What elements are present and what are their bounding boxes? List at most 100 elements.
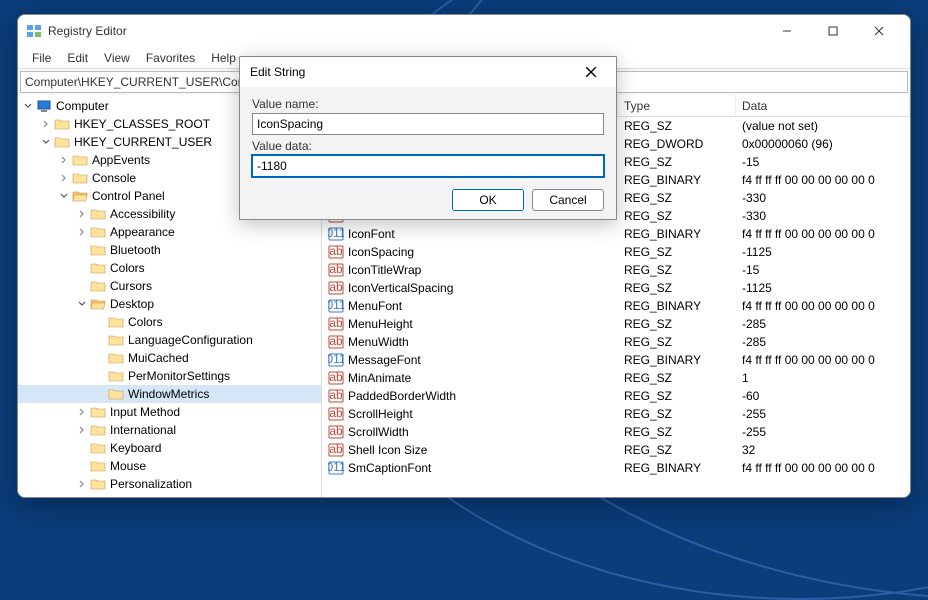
- header-data[interactable]: Data: [736, 95, 910, 116]
- menu-edit[interactable]: Edit: [59, 49, 96, 67]
- svg-text:ab: ab: [329, 316, 343, 330]
- list-row[interactable]: abIconVerticalSpacingREG_SZ-1125: [322, 279, 910, 297]
- tree-node-colors[interactable]: Colors: [18, 259, 321, 277]
- value-data: -255: [736, 425, 910, 439]
- minimize-button[interactable]: [764, 15, 810, 47]
- close-button[interactable]: [856, 15, 902, 47]
- value-data: -1125: [736, 281, 910, 295]
- tree-label: PowerCfg: [110, 495, 163, 497]
- menu-view[interactable]: View: [96, 49, 138, 67]
- string-value-icon: ab: [328, 280, 344, 296]
- chevron-right-icon[interactable]: [76, 208, 88, 220]
- tree-node-keyboard[interactable]: Keyboard: [18, 439, 321, 457]
- svg-text:ab: ab: [329, 406, 343, 420]
- tree-node-input-method[interactable]: Input Method: [18, 403, 321, 421]
- list-row[interactable]: 011IconFontREG_BINARYf4 ff ff ff 00 00 0…: [322, 225, 910, 243]
- tree-node-windowmetrics[interactable]: WindowMetrics: [18, 385, 321, 403]
- tree-label: Personalization: [110, 477, 192, 491]
- list-row[interactable]: abPaddedBorderWidthREG_SZ-60: [322, 387, 910, 405]
- value-name-cell: abMenuWidth: [322, 334, 618, 350]
- tree-node-appearance[interactable]: Appearance: [18, 223, 321, 241]
- svg-text:011: 011: [328, 298, 344, 312]
- list-row[interactable]: 011MessageFontREG_BINARYf4 ff ff ff 00 0…: [322, 351, 910, 369]
- tree-node-muicached[interactable]: MuiCached: [18, 349, 321, 367]
- ok-button[interactable]: OK: [452, 189, 524, 211]
- string-value-icon: ab: [328, 370, 344, 386]
- chevron-down-icon[interactable]: [40, 136, 52, 148]
- folder-icon: [54, 117, 70, 131]
- tree-node-international[interactable]: International: [18, 421, 321, 439]
- list-row[interactable]: 011MenuFontREG_BINARYf4 ff ff ff 00 00 0…: [322, 297, 910, 315]
- value-name: IconVerticalSpacing: [348, 281, 453, 295]
- tree-label: Colors: [110, 261, 145, 275]
- value-data-input[interactable]: [252, 155, 604, 177]
- list-row[interactable]: abShell Icon SizeREG_SZ32: [322, 441, 910, 459]
- chevron-right-icon[interactable]: [76, 226, 88, 238]
- computer-icon: [36, 99, 52, 113]
- list-row[interactable]: abIconSpacingREG_SZ-1125: [322, 243, 910, 261]
- chevron-right-icon[interactable]: [58, 154, 70, 166]
- menu-help[interactable]: Help: [203, 49, 244, 67]
- svg-text:ab: ab: [329, 442, 343, 456]
- tree-node-permonitorsettings[interactable]: PerMonitorSettings: [18, 367, 321, 385]
- list-row[interactable]: abMinAnimateREG_SZ1: [322, 369, 910, 387]
- tree-label: Desktop: [110, 297, 154, 311]
- list-row[interactable]: abMenuWidthREG_SZ-285: [322, 333, 910, 351]
- dialog-close-button[interactable]: [576, 57, 606, 87]
- list-row[interactable]: 011SmCaptionFontREG_BINARYf4 ff ff ff 00…: [322, 459, 910, 477]
- value-type: REG_SZ: [618, 425, 736, 439]
- chevron-down-icon[interactable]: [22, 100, 34, 112]
- tree-node-languageconfiguration[interactable]: LanguageConfiguration: [18, 331, 321, 349]
- tree-label: Console: [92, 171, 136, 185]
- tree-label: International: [110, 423, 176, 437]
- tree-node-bluetooth[interactable]: Bluetooth: [18, 241, 321, 259]
- cancel-button[interactable]: Cancel: [532, 189, 604, 211]
- tree-label: AppEvents: [92, 153, 150, 167]
- value-name-input[interactable]: [252, 113, 604, 135]
- list-row[interactable]: abMenuHeightREG_SZ-285: [322, 315, 910, 333]
- tree-node-cursors[interactable]: Cursors: [18, 277, 321, 295]
- dialog-buttons: OK Cancel: [252, 189, 604, 211]
- value-data: -285: [736, 317, 910, 331]
- chevron-down-icon[interactable]: [58, 190, 70, 202]
- tree-node-mouse[interactable]: Mouse: [18, 457, 321, 475]
- value-data: f4 ff ff ff 00 00 00 00 00 0: [736, 227, 910, 241]
- chevron-right-icon[interactable]: [76, 406, 88, 418]
- tree-label: Bluetooth: [110, 243, 161, 257]
- tree-node-desktop[interactable]: Desktop: [18, 295, 321, 313]
- folder-icon: [90, 477, 106, 491]
- folder-icon: [72, 153, 88, 167]
- list-row[interactable]: abScrollHeightREG_SZ-255: [322, 405, 910, 423]
- chevron-right-icon[interactable]: [40, 118, 52, 130]
- binary-value-icon: 011: [328, 298, 344, 314]
- tree-label: Keyboard: [110, 441, 161, 455]
- value-name: ScrollWidth: [348, 425, 409, 439]
- list-row[interactable]: abScrollWidthREG_SZ-255: [322, 423, 910, 441]
- chevron-right-icon[interactable]: [76, 496, 88, 497]
- tree-node-colors[interactable]: Colors: [18, 313, 321, 331]
- svg-text:ab: ab: [329, 334, 343, 348]
- value-name-cell: abScrollHeight: [322, 406, 618, 422]
- folder-icon: [90, 459, 106, 473]
- chevron-right-icon[interactable]: [76, 478, 88, 490]
- value-name: IconSpacing: [348, 245, 414, 259]
- value-name: MessageFont: [348, 353, 421, 367]
- tree-node-personalization[interactable]: Personalization: [18, 475, 321, 493]
- value-name-cell: abScrollWidth: [322, 424, 618, 440]
- chevron-right-icon[interactable]: [76, 424, 88, 436]
- tree-label: HKEY_CURRENT_USER: [74, 135, 212, 149]
- chevron-right-icon[interactable]: [58, 172, 70, 184]
- maximize-button[interactable]: [810, 15, 856, 47]
- list-row[interactable]: abIconTitleWrapREG_SZ-15: [322, 261, 910, 279]
- folder-icon: [90, 207, 106, 221]
- value-name-label: Value name:: [252, 97, 604, 111]
- chevron-down-icon[interactable]: [76, 298, 88, 310]
- tree-node-powercfg[interactable]: PowerCfg: [18, 493, 321, 497]
- folder-open-icon: [72, 189, 88, 203]
- folder-open-icon: [90, 297, 106, 311]
- menu-favorites[interactable]: Favorites: [138, 49, 203, 67]
- menu-file[interactable]: File: [24, 49, 59, 67]
- header-type[interactable]: Type: [618, 95, 736, 116]
- value-name: MenuHeight: [348, 317, 413, 331]
- tree-label: Input Method: [110, 405, 180, 419]
